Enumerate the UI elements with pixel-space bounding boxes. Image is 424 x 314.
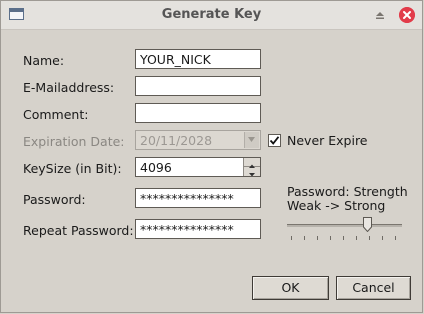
chevron-down-icon [248, 137, 255, 142]
cancel-button[interactable]: Cancel [336, 276, 411, 300]
strength-title: Password: Strength [287, 184, 408, 199]
slider-tick [369, 236, 370, 240]
strength-subtitle: Weak -> Strong [287, 198, 386, 213]
strength-slider-handle [363, 217, 372, 232]
never-expire-checkbox[interactable] [268, 134, 281, 147]
ok-button[interactable]: OK [252, 276, 329, 300]
password-label: Password: [23, 192, 86, 207]
password-field[interactable]: *************** [135, 188, 261, 208]
title-bar[interactable]: Generate Key [1, 1, 422, 30]
keysize-spinbox[interactable]: 4096 [135, 157, 261, 177]
never-expire-label[interactable]: Never Expire [287, 133, 368, 148]
stepper-up-button[interactable] [244, 158, 260, 168]
keysize-label: KeySize (in Bit): [23, 161, 122, 176]
slider-tick [304, 236, 305, 240]
slider-tick [330, 236, 331, 240]
generate-key-dialog: Generate Key Name: YOUR_NICK E-Mailaddre… [0, 0, 423, 313]
keysize-stepper[interactable] [243, 158, 260, 176]
close-icon[interactable] [399, 7, 415, 23]
slider-tick [317, 236, 318, 240]
expiration-date-label: Expiration Date: [23, 134, 125, 149]
comment-field[interactable] [135, 103, 261, 123]
email-label: E-Mailaddress: [23, 80, 115, 95]
comment-label: Comment: [23, 107, 89, 122]
dropdown-button[interactable] [244, 132, 259, 148]
arrow-down-icon [249, 173, 255, 176]
email-field[interactable] [135, 76, 261, 96]
slider-tick [395, 236, 396, 240]
expiration-date-select[interactable]: 20/11/2028 [135, 130, 261, 150]
slider-tick [343, 236, 344, 240]
stepper-down-button[interactable] [244, 167, 260, 176]
slider-tick [382, 236, 383, 240]
repeat-password-label: Repeat Password: [23, 223, 134, 238]
check-icon [269, 136, 280, 145]
expiration-date-value: 20/11/2028 [140, 133, 213, 148]
keysize-value: 4096 [140, 160, 172, 175]
window-title: Generate Key [161, 7, 262, 22]
strength-slider-track [287, 224, 402, 227]
name-field[interactable]: YOUR_NICK [135, 49, 261, 69]
slider-tick [291, 236, 292, 240]
maximize-icon[interactable] [375, 10, 385, 20]
name-label: Name: [23, 53, 65, 68]
slider-tick [356, 236, 357, 240]
repeat-password-field[interactable]: *************** [135, 219, 261, 239]
